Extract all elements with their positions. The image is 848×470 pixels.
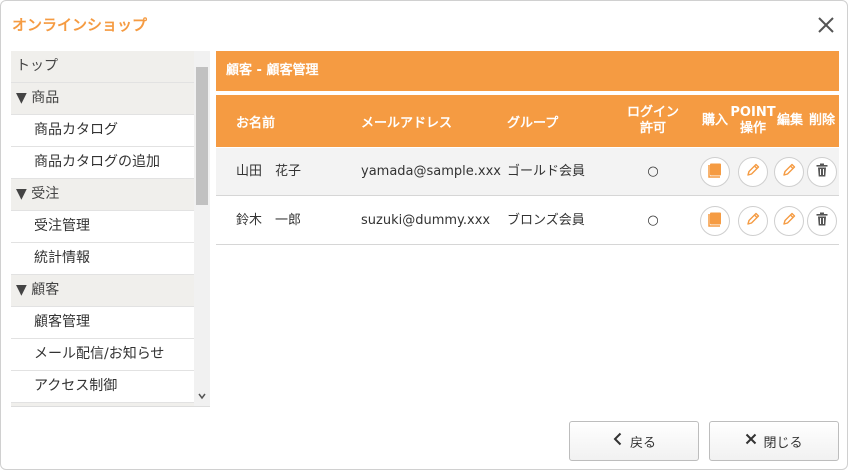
close-icon[interactable] bbox=[815, 14, 837, 36]
sidebar-category-customers[interactable]: ▼ 顧客 bbox=[11, 275, 194, 307]
sidebar-scrollbar[interactable] bbox=[194, 51, 210, 406]
close-button[interactable]: 閉じる bbox=[709, 421, 839, 461]
delete-button[interactable] bbox=[807, 157, 837, 187]
header-login: ログイン 許可 bbox=[620, 95, 686, 147]
header-login-line1: ログイン bbox=[626, 105, 679, 120]
point-button[interactable] bbox=[738, 157, 768, 187]
header-delete: 削除 bbox=[808, 113, 835, 128]
close-button-label: 閉じる bbox=[763, 435, 803, 451]
sidebar-item-mail-notice[interactable]: メール配信/お知らせ bbox=[11, 339, 194, 371]
book-icon bbox=[707, 162, 723, 182]
dialog-window: オンラインショップ トップ ▼ 商品 商品カタログ 商品カタログの追加 ▼ 受注… bbox=[0, 0, 848, 470]
sidebar-item-statistics[interactable]: 統計情報 bbox=[11, 243, 194, 275]
cell-name: 鈴木 一郎 bbox=[236, 213, 302, 228]
app-title: オンラインショップ bbox=[12, 16, 148, 34]
sidebar-category-products[interactable]: ▼ 商品 bbox=[11, 83, 194, 115]
cell-name: 山田 花子 bbox=[236, 164, 302, 179]
x-icon bbox=[745, 433, 757, 449]
cell-group: ブロンズ会員 bbox=[507, 213, 585, 228]
cell-login: ○ bbox=[647, 213, 659, 228]
pencil-icon bbox=[745, 162, 761, 182]
cell-email: suzuki@dummy.xxx bbox=[361, 213, 491, 228]
header-name: お名前 bbox=[236, 115, 276, 131]
cell-email: yamada@sample.xxx bbox=[361, 164, 501, 179]
point-button[interactable] bbox=[738, 206, 768, 236]
sidebar-item-access-control[interactable]: アクセス制御 bbox=[11, 371, 194, 403]
header-login-line2: 許可 bbox=[639, 121, 666, 136]
header-point: POINT 操作 bbox=[730, 95, 776, 147]
scroll-down-icon[interactable] bbox=[194, 391, 210, 406]
pencil-icon bbox=[745, 211, 761, 231]
purchase-button[interactable] bbox=[700, 206, 730, 236]
sidebar-item-add-product[interactable]: 商品カタログの追加 bbox=[11, 147, 194, 179]
scrollbar-thumb[interactable] bbox=[196, 67, 208, 205]
edit-button[interactable] bbox=[774, 206, 804, 236]
trash-icon bbox=[814, 211, 830, 231]
title-bar: オンラインショップ bbox=[1, 1, 847, 49]
table-header: お名前 メールアドレス グループ ログイン 許可 購入 POINT 操作 編集 … bbox=[216, 95, 839, 147]
cell-group: ゴールド会員 bbox=[507, 164, 586, 179]
chevron-left-icon bbox=[612, 432, 624, 450]
sidebar-menu: トップ ▼ 商品 商品カタログ 商品カタログの追加 ▼ 受注 受注管理 統計情報… bbox=[11, 51, 194, 406]
panel-title: 顧客 - 顧客管理 bbox=[216, 51, 839, 91]
edit-button[interactable] bbox=[774, 157, 804, 187]
back-button[interactable]: 戻る bbox=[569, 421, 699, 461]
header-email: メールアドレス bbox=[361, 115, 453, 131]
purchase-button[interactable] bbox=[700, 157, 730, 187]
header-point-line2: 操作 bbox=[739, 121, 766, 136]
header-edit: 編集 bbox=[776, 113, 803, 128]
pencil-icon bbox=[781, 162, 797, 182]
sidebar-item-customer-management[interactable]: 顧客管理 bbox=[11, 307, 194, 339]
trash-icon bbox=[814, 162, 830, 182]
table-row: 鈴木 一郎 suzuki@dummy.xxx ブロンズ会員 ○ bbox=[216, 197, 839, 245]
header-group: グループ bbox=[507, 115, 559, 131]
sidebar: トップ ▼ 商品 商品カタログ 商品カタログの追加 ▼ 受注 受注管理 統計情報… bbox=[11, 51, 210, 407]
pencil-icon bbox=[781, 211, 797, 231]
table-row: 山田 花子 yamada@sample.xxx ゴールド会員 ○ bbox=[216, 148, 839, 196]
back-button-label: 戻る bbox=[629, 435, 656, 451]
header-point-line1: POINT bbox=[730, 105, 776, 120]
sidebar-item-product-catalog[interactable]: 商品カタログ bbox=[11, 115, 194, 147]
book-icon bbox=[707, 211, 723, 231]
sidebar-item-top[interactable]: トップ bbox=[11, 51, 194, 83]
sidebar-item-order-management[interactable]: 受注管理 bbox=[11, 211, 194, 243]
delete-button[interactable] bbox=[807, 206, 837, 236]
sidebar-row-partial bbox=[11, 403, 194, 406]
header-purchase: 購入 bbox=[701, 113, 728, 128]
sidebar-category-orders[interactable]: ▼ 受注 bbox=[11, 179, 194, 211]
cell-login: ○ bbox=[647, 164, 659, 179]
